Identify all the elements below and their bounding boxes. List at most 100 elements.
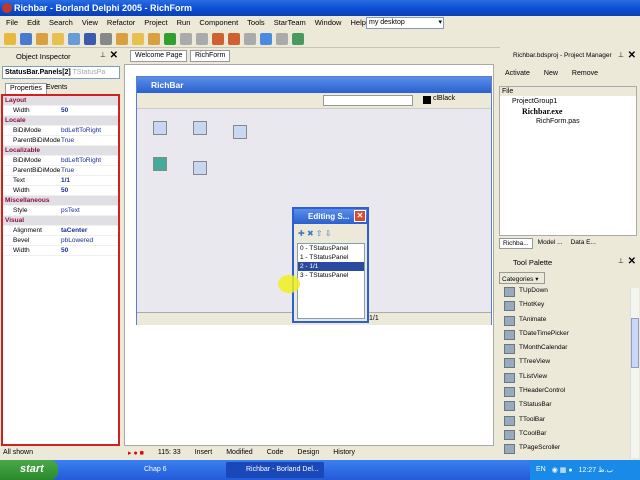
toolbar-button-icon[interactable] (228, 33, 240, 45)
property-category[interactable]: Locale (3, 116, 118, 126)
open-dialog-icon[interactable] (153, 121, 167, 135)
property-category[interactable]: Miscellaneous (3, 196, 118, 206)
property-value[interactable]: True (61, 136, 74, 145)
property-value[interactable]: 50 (61, 246, 68, 255)
move-down-icon[interactable]: ⇩ (325, 229, 332, 238)
tab-history[interactable]: History (333, 449, 355, 459)
close-icon[interactable]: ✕ (628, 50, 636, 61)
menu-run[interactable]: Run (177, 18, 191, 28)
property-row[interactable]: ParentBiDiMode True (3, 136, 118, 146)
menu-starteam[interactable]: StarTeam (274, 18, 306, 28)
toolbar-button-icon[interactable] (212, 33, 224, 45)
tab-model[interactable]: Model ... (535, 238, 566, 249)
menu-view[interactable]: View (82, 18, 98, 28)
object-selector[interactable]: StatusBar.Panels[2] TStatusPa (2, 66, 120, 79)
property-row[interactable]: BiDiMode bdLeftToRight (3, 156, 118, 166)
menu-help[interactable]: Help (350, 18, 365, 28)
close-icon[interactable]: ✕ (628, 256, 636, 267)
new-button[interactable]: New (544, 70, 558, 77)
tree-item[interactable]: RichForm.pas (500, 116, 636, 125)
delete-icon[interactable]: ✖ (307, 229, 314, 238)
task-chap6[interactable]: Chap 6 (124, 462, 214, 478)
property-row[interactable]: Width 50 (3, 106, 118, 116)
scroll-thumb[interactable] (631, 318, 639, 368)
property-value[interactable]: taCenter (61, 226, 87, 235)
panel-list[interactable]: 0 - TStatusPanel 1 - TStatusPanel 2 - 1/1 3… (297, 243, 365, 319)
toolbar-button-icon[interactable] (148, 33, 160, 45)
menu-component[interactable]: Component (199, 18, 238, 28)
palette-item[interactable]: TStatusBar (499, 398, 629, 412)
tree-item[interactable]: Richbar.exe (500, 105, 636, 116)
toolbar-button-icon[interactable] (36, 33, 48, 45)
palette-item[interactable]: THeaderControl (499, 384, 629, 398)
palette-item[interactable]: TToolBar (499, 413, 629, 427)
toolbar-button-icon[interactable] (180, 33, 192, 45)
toolbar-button-icon[interactable] (260, 33, 272, 45)
activate-button[interactable]: Activate (505, 70, 530, 77)
task-richbar[interactable]: Richbar - Borland Del... (226, 462, 324, 478)
property-value[interactable]: bdLeftToRight (61, 156, 101, 165)
tab-code[interactable]: Code (267, 449, 284, 459)
menu-edit[interactable]: Edit (27, 18, 40, 28)
property-row[interactable]: Bevel pbLowered (3, 236, 118, 246)
color-combo[interactable]: clBlack (421, 95, 481, 106)
print-dialog-icon[interactable] (233, 125, 247, 139)
font-combo[interactable] (323, 95, 413, 106)
close-icon[interactable]: ✕ (110, 50, 118, 61)
palette-scrollbar[interactable] (630, 288, 639, 458)
categories-button[interactable]: Categories ▾ (499, 272, 545, 284)
tab-project[interactable]: Richba... (499, 238, 533, 249)
property-row[interactable]: Alignment taCenter (3, 226, 118, 236)
property-value[interactable]: True (61, 166, 74, 175)
menu-window[interactable]: Window (315, 18, 342, 28)
toolbar-button-icon[interactable] (244, 33, 256, 45)
menu-project[interactable]: Project (144, 18, 167, 28)
menu-search[interactable]: Search (49, 18, 73, 28)
panel-list-item[interactable]: 2 - 1/1 (298, 262, 364, 271)
toolbar-button-icon[interactable] (292, 33, 304, 45)
toolbar-button-icon[interactable] (52, 33, 64, 45)
panel-list-item[interactable]: 1 - TStatusPanel (298, 253, 364, 262)
property-row[interactable]: ParentBiDiMode True (3, 166, 118, 176)
close-icon[interactable]: ✕ (354, 210, 366, 222)
property-row[interactable]: Text 1/1 (3, 176, 118, 186)
menu-tools[interactable]: Tools (247, 18, 265, 28)
toolbar-button-icon[interactable] (4, 33, 16, 45)
property-row[interactable]: Style psText (3, 206, 118, 216)
palette-item[interactable]: TCoolBar (499, 427, 629, 441)
tab-richform[interactable]: RichForm (190, 50, 231, 62)
palette-item[interactable]: TAnimate (499, 313, 629, 327)
tab-data-explorer[interactable]: Data E... (568, 238, 599, 249)
pin-icon[interactable]: ⊥ (100, 51, 106, 59)
toolbar-button-icon[interactable] (276, 33, 288, 45)
property-value[interactable]: pbLowered (61, 236, 93, 245)
action-list-icon[interactable] (193, 161, 207, 175)
property-category[interactable]: Localizable (3, 146, 118, 156)
palette-item[interactable]: TTreeView (499, 355, 629, 369)
property-row[interactable]: Width 50 (3, 246, 118, 256)
property-value[interactable]: bdLeftToRight (61, 126, 101, 135)
panel-list-item[interactable]: 0 - TStatusPanel (298, 244, 364, 253)
toolbar-button-icon[interactable] (68, 33, 80, 45)
start-button[interactable]: start (0, 460, 58, 480)
add-icon[interactable]: ✚ (298, 229, 305, 238)
save-dialog-icon[interactable] (193, 121, 207, 135)
palette-item[interactable]: THotKey (499, 298, 629, 312)
image-list-icon[interactable] (153, 157, 167, 171)
palette-item[interactable]: TComboBoxEx (499, 456, 629, 458)
menu-file[interactable]: File (6, 18, 18, 28)
record-icon[interactable]: ▸ ● ■ (128, 449, 144, 459)
tree-item[interactable]: ProjectGroup1 (500, 96, 636, 105)
palette-item[interactable]: TPageScroller (499, 441, 629, 455)
language-indicator[interactable]: EN (536, 466, 546, 480)
palette-item[interactable]: TMonthCalendar (499, 341, 629, 355)
toolbar-button-icon[interactable] (132, 33, 144, 45)
palette-item[interactable]: TListView (499, 370, 629, 384)
desktop-combo[interactable]: my desktop ▾ (366, 17, 444, 29)
property-row[interactable]: Width 50 (3, 186, 118, 196)
property-category[interactable]: Visual (3, 216, 118, 226)
property-value[interactable]: 50 (61, 186, 68, 195)
palette-item[interactable]: TDateTimePicker (499, 327, 629, 341)
pin-icon[interactable]: ⊥ (618, 51, 624, 59)
property-value[interactable]: 50 (61, 106, 68, 115)
